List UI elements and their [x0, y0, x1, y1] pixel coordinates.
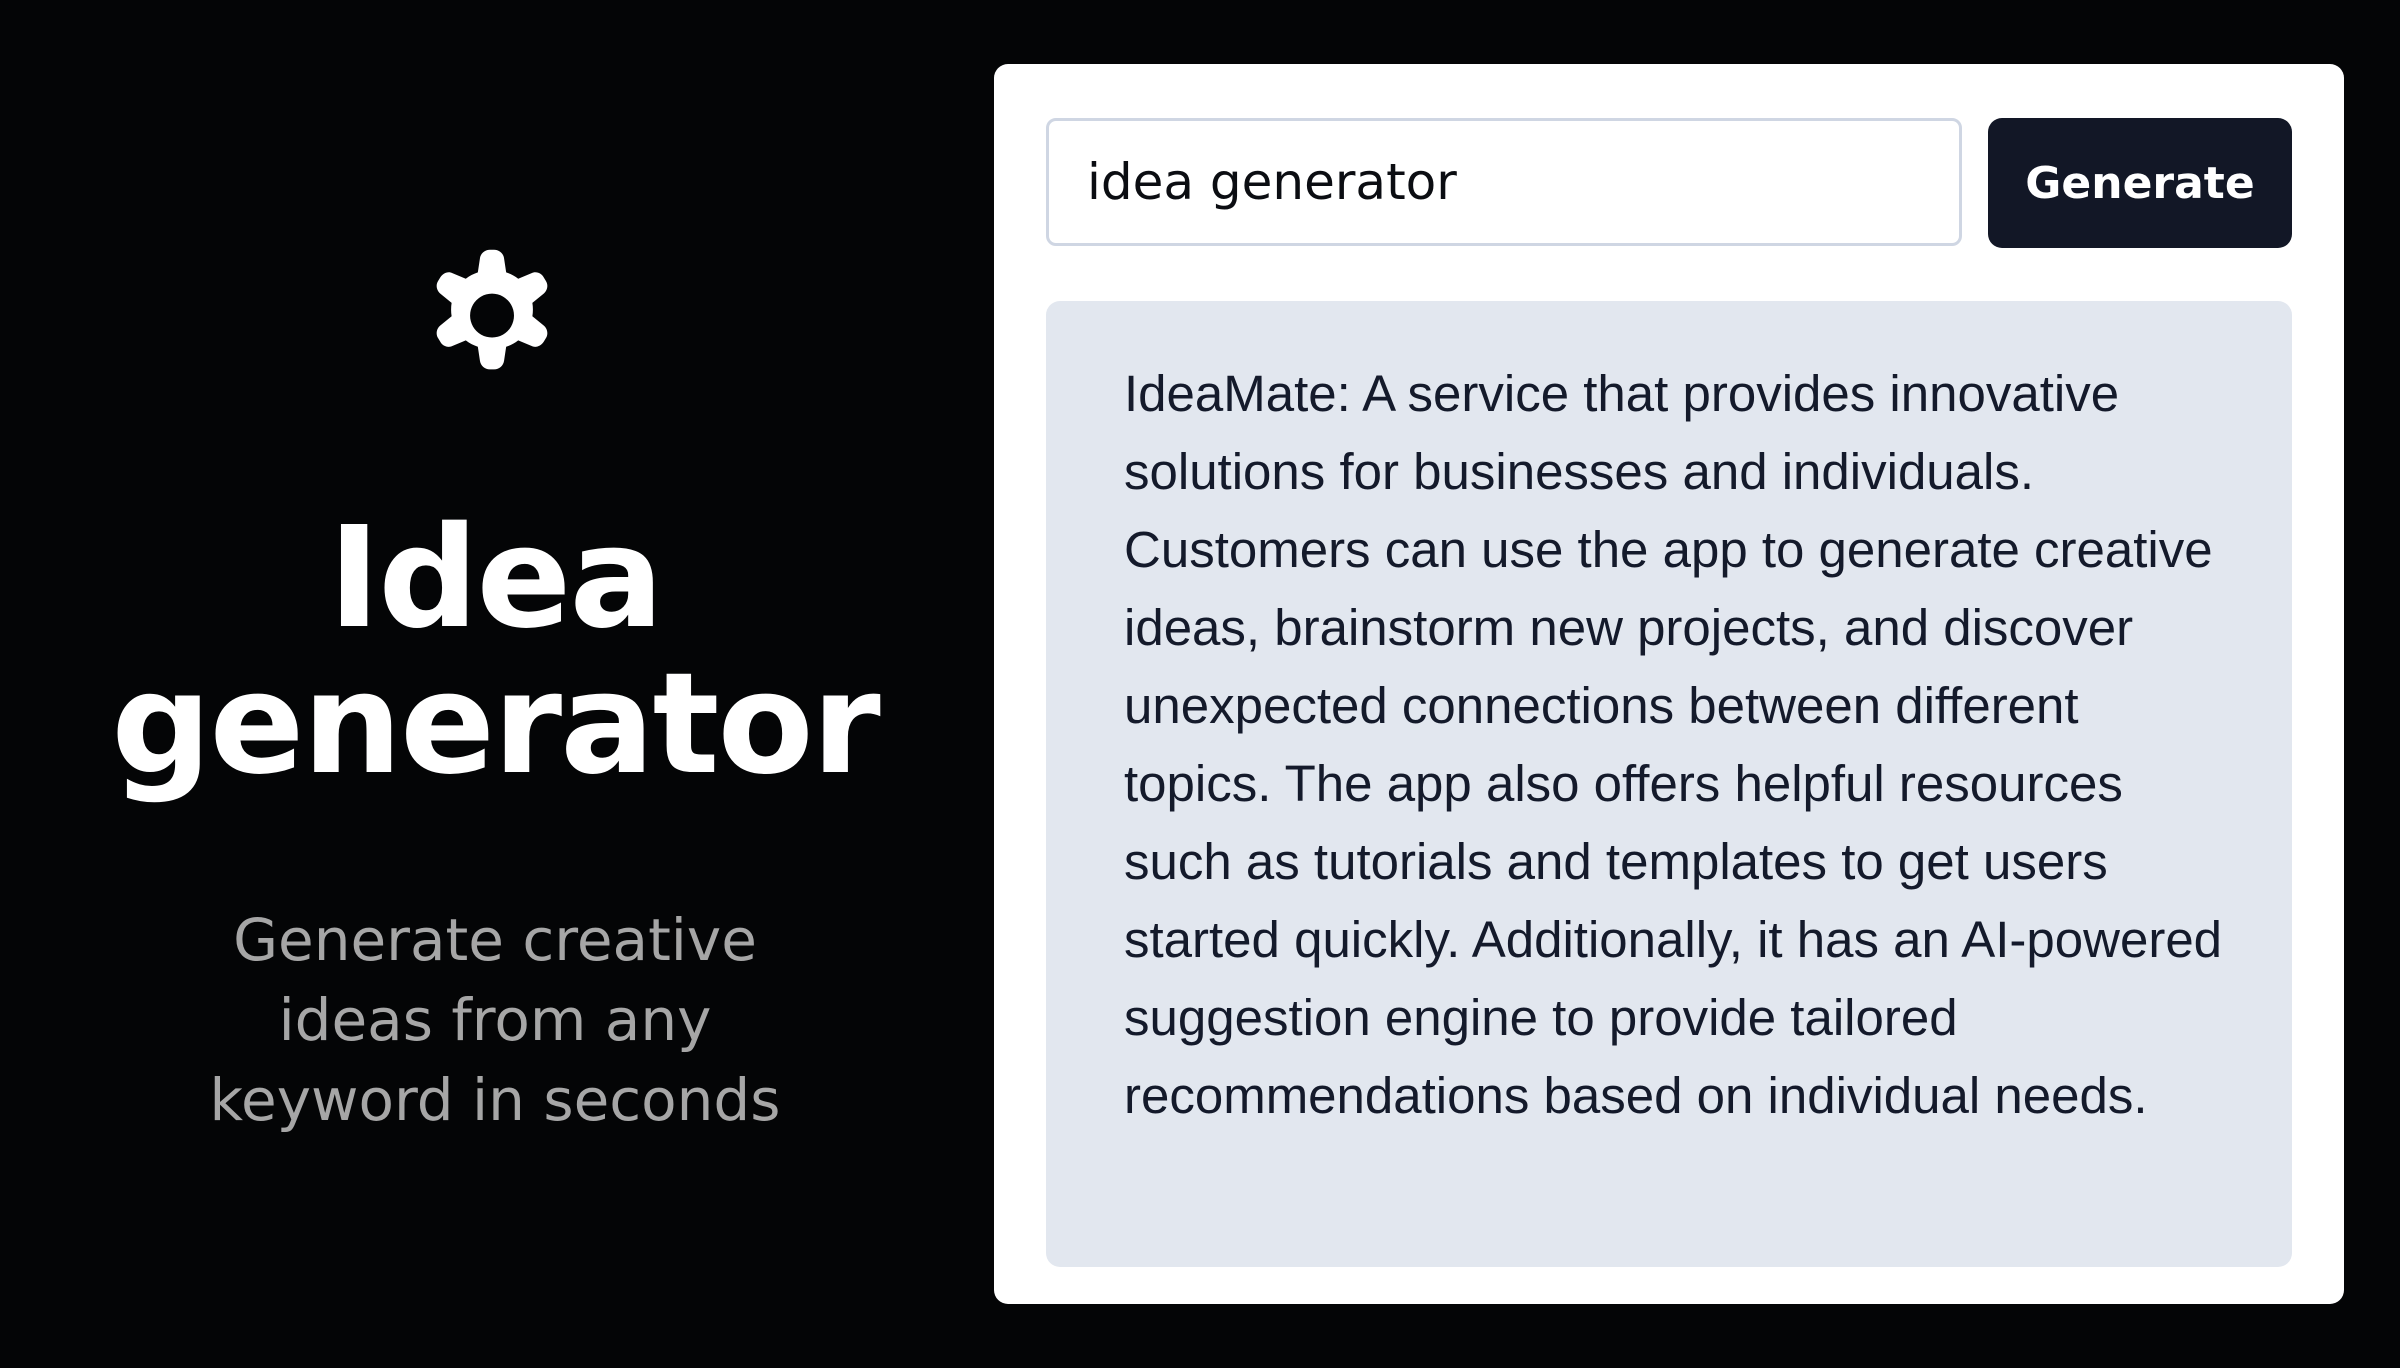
- hero-section: Idea generator Generate creative ideas f…: [0, 0, 990, 1368]
- page-subtitle: Generate creative ideas from any keyword…: [209, 906, 781, 1134]
- generator-card: Generate IdeaMate: A service that provid…: [994, 64, 2344, 1304]
- keyword-input[interactable]: [1046, 118, 1962, 246]
- page-title: Idea generator: [111, 497, 880, 806]
- gear-icon: [436, 249, 548, 370]
- generate-button[interactable]: Generate: [1988, 118, 2292, 248]
- result-text: IdeaMate: A service that provides innova…: [1124, 365, 2223, 1124]
- result-panel: IdeaMate: A service that provides innova…: [1046, 301, 2292, 1267]
- page: Idea generator Generate creative ideas f…: [0, 0, 2400, 1368]
